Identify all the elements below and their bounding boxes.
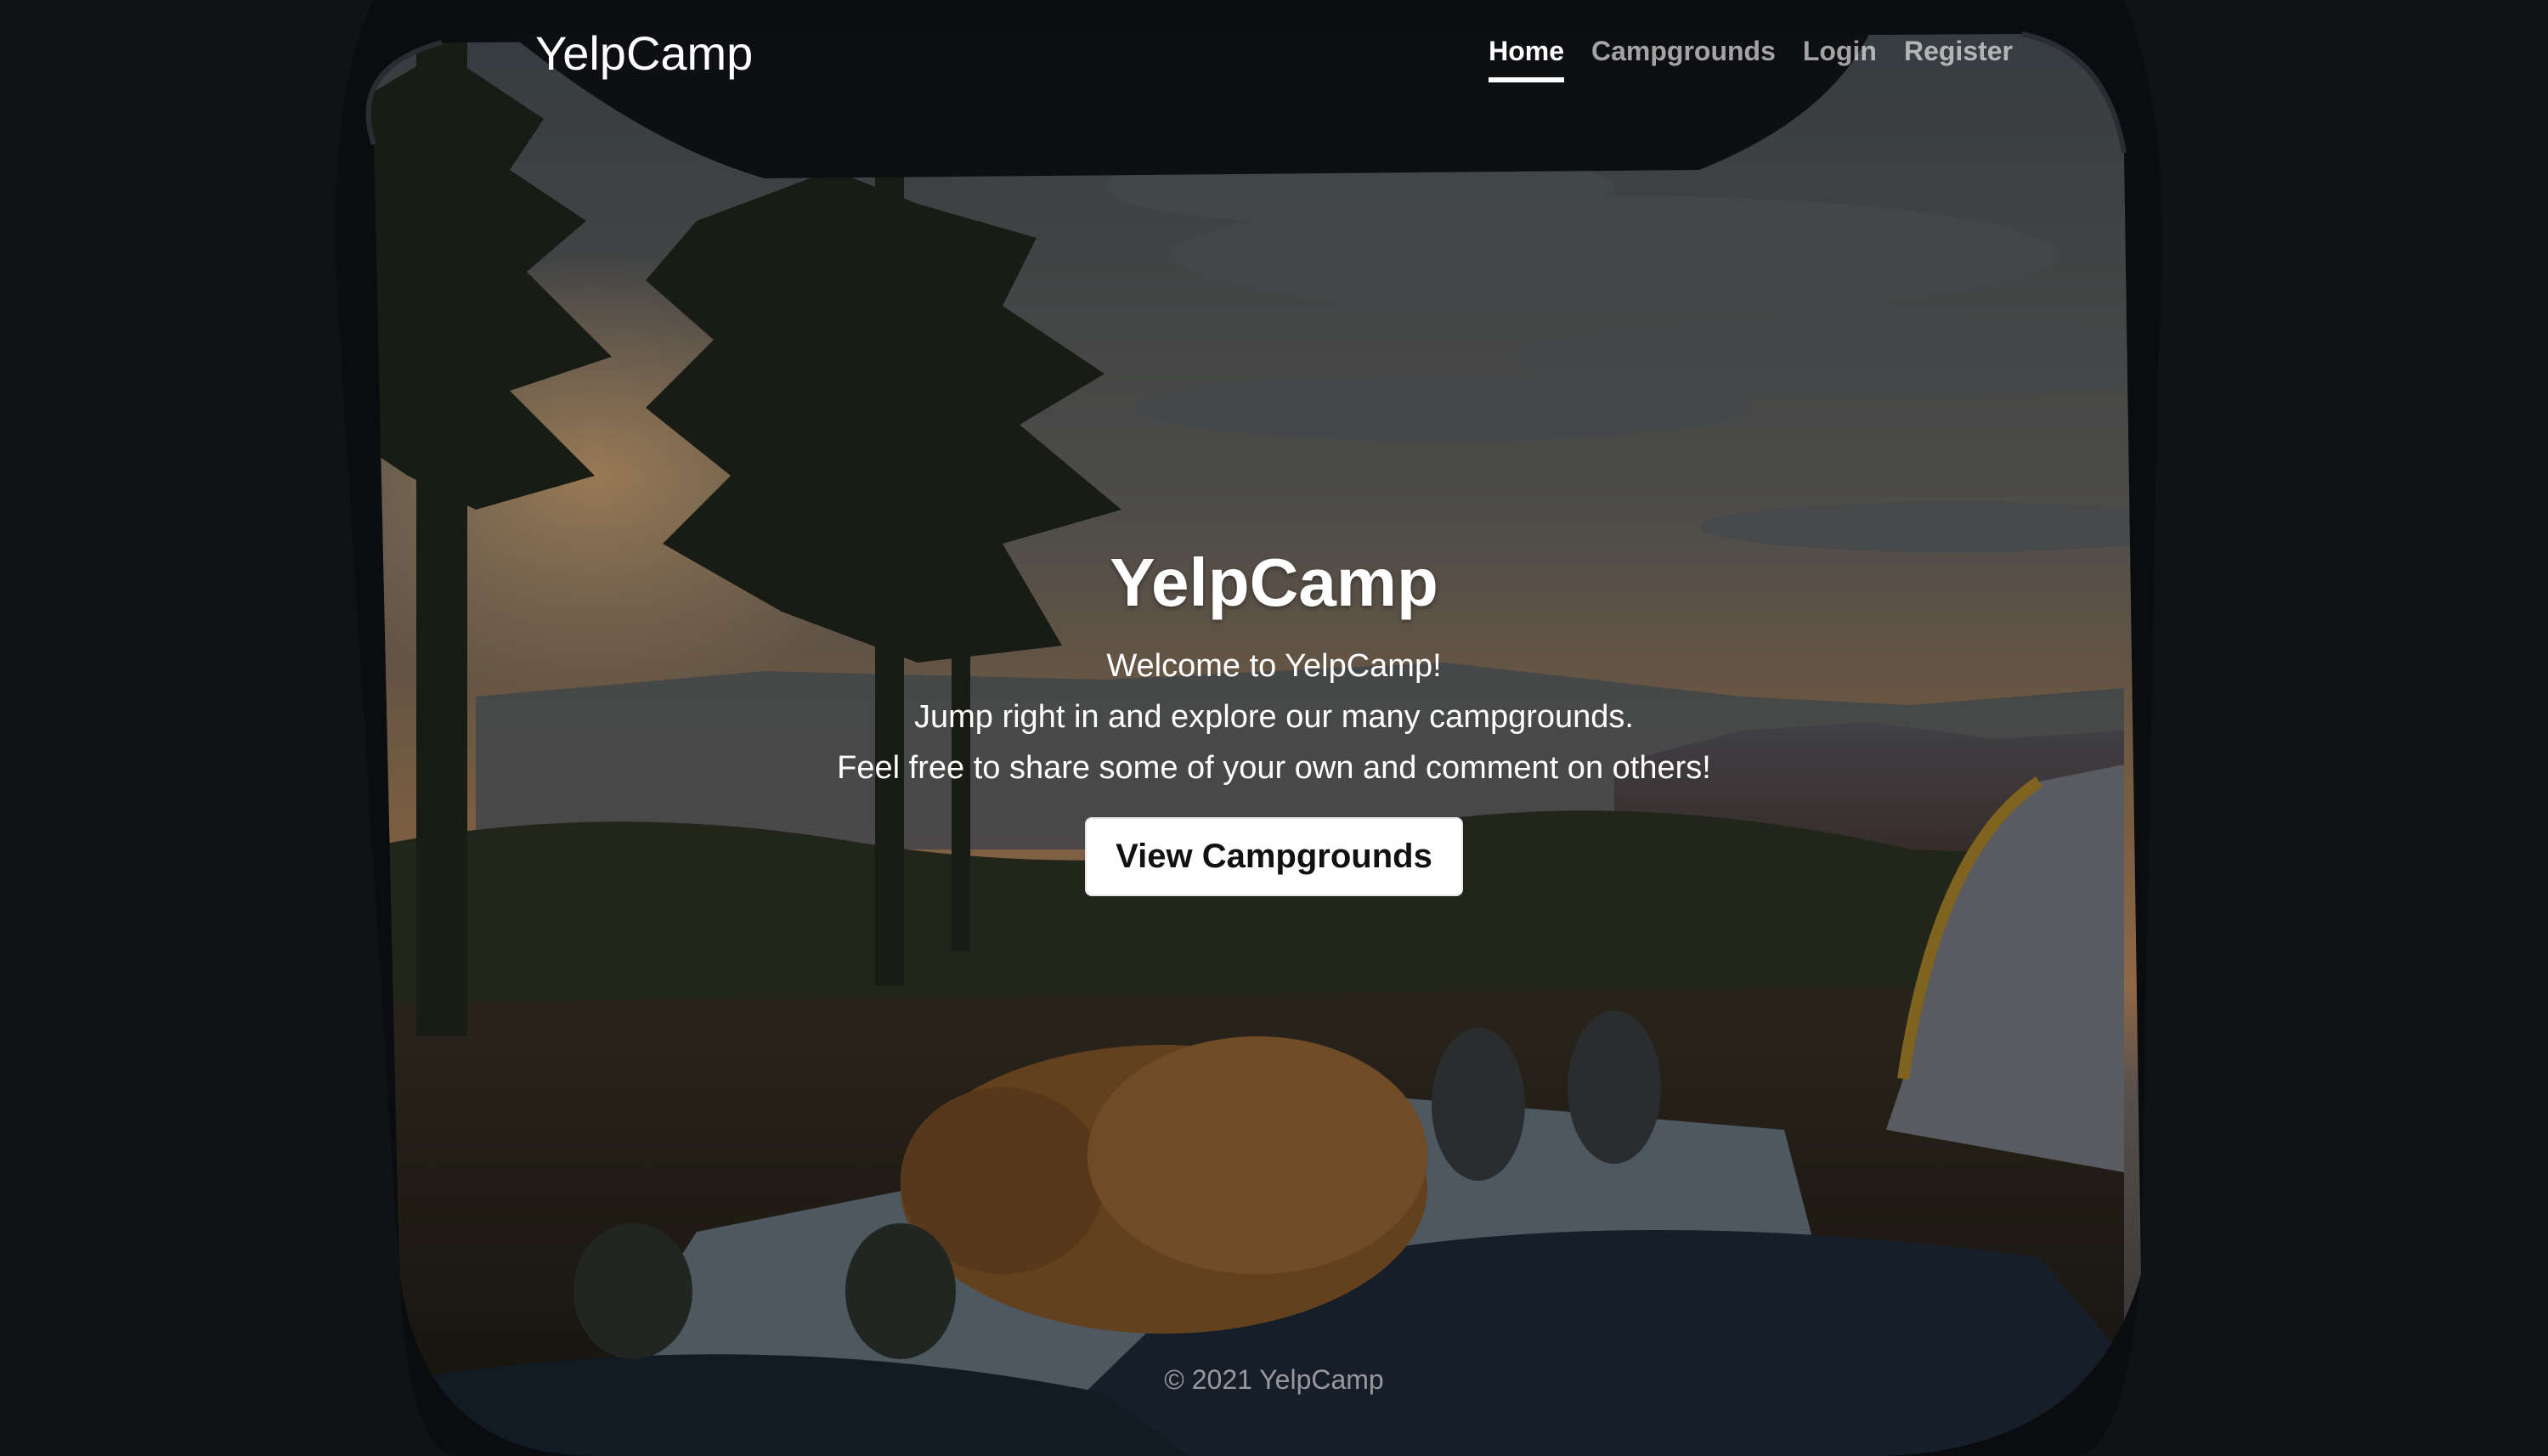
footer-copyright: © 2021 YelpCamp — [1164, 1364, 1384, 1395]
hero-explore-text: Jump right in and explore our many campg… — [913, 699, 1634, 735]
nav-register-link[interactable]: Register — [1904, 36, 2013, 82]
nav-campgrounds-link[interactable]: Campgrounds — [1591, 36, 1776, 82]
nav-home-link[interactable]: Home — [1489, 36, 1564, 82]
nav-login-link[interactable]: Login — [1803, 36, 1877, 82]
hero-share-text: Feel free to share some of your own and … — [837, 750, 1711, 786]
hero-title: YelpCamp — [1110, 545, 1438, 620]
hero-welcome-text: Welcome to YelpCamp! — [1106, 648, 1442, 684]
landing-page: YelpCamp Home Campgrounds Login Register… — [0, 0, 2548, 1456]
view-campgrounds-button[interactable]: View Campgrounds — [1085, 817, 1463, 896]
hero-section: YelpCamp Welcome to YelpCamp! Jump right… — [0, 544, 2548, 896]
brand-logo[interactable]: YelpCamp — [535, 25, 753, 81]
main-nav: Home Campgrounds Login Register — [1489, 36, 2013, 82]
